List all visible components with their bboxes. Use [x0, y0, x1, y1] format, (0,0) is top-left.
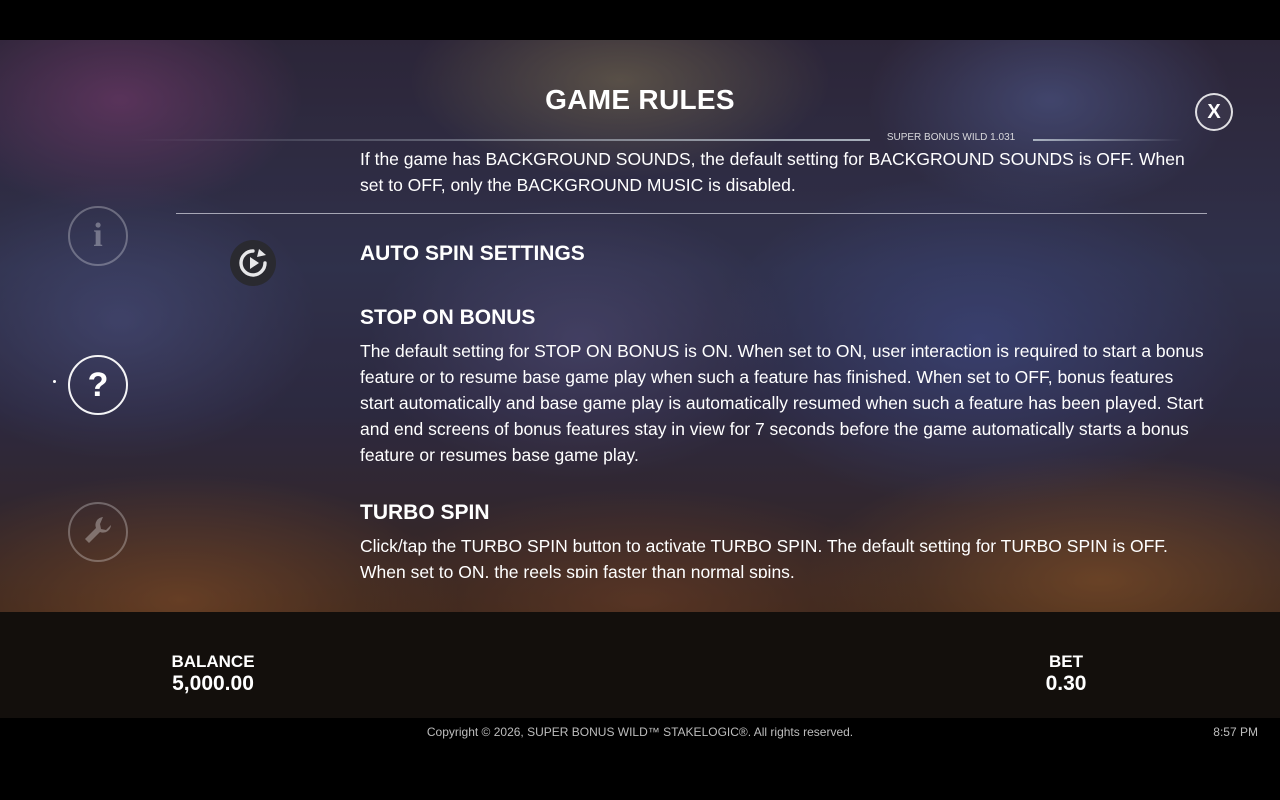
section-title: AUTO SPIN SETTINGS [360, 242, 585, 265]
rules-scroll-area[interactable]: If the game has BACKGROUND SOUNDS, the d… [150, 148, 1230, 578]
active-indicator-dot [53, 380, 56, 383]
copyright-text: Copyright © 2026, SUPER BONUS WILD™ STAK… [426, 725, 854, 739]
turbo-spin-text: Click/tap the TURBO SPIN button to activ… [360, 536, 1168, 578]
section-divider [176, 213, 1207, 214]
close-icon: X [1207, 100, 1221, 123]
wrench-icon [81, 513, 115, 551]
version-label: SUPER BONUS WILD 1.031 [886, 132, 1016, 143]
clock: 8:57 PM [1213, 725, 1258, 739]
stop-on-bonus-text: The default setting for STOP ON BONUS is… [360, 341, 1204, 465]
balance-label: BALANCE [171, 652, 255, 671]
balance-display: BALANCE 5,000.00 [143, 652, 283, 696]
top-bar [0, 0, 1280, 40]
rules-paragraph-background-sounds: set to OFF, only the BACKGROUND MUSIC is… [360, 175, 796, 195]
stop-on-bonus-heading: STOP ON BONUS [360, 306, 536, 329]
bet-label: BET [1049, 652, 1083, 671]
page-title: GAME RULES [545, 84, 735, 115]
rules-button[interactable]: ? [68, 355, 128, 415]
question-icon: ? [87, 366, 109, 404]
header-divider-left [130, 139, 870, 141]
autospin-icon [230, 240, 276, 286]
bet-value: 0.30 [1045, 672, 1087, 695]
bet-display: BET 0.30 [1016, 652, 1116, 696]
turbo-spin-heading: TURBO SPIN [360, 501, 490, 524]
header-divider-right [1033, 139, 1183, 141]
close-button[interactable]: X [1195, 93, 1233, 131]
balance-value: 5,000.00 [172, 672, 254, 695]
info-icon: i [93, 217, 103, 254]
info-button[interactable]: i [68, 206, 128, 266]
settings-button[interactable] [68, 502, 128, 562]
rules-paragraph-partial-top: If the game has BACKGROUND SOUNDS, the d… [360, 149, 1185, 169]
